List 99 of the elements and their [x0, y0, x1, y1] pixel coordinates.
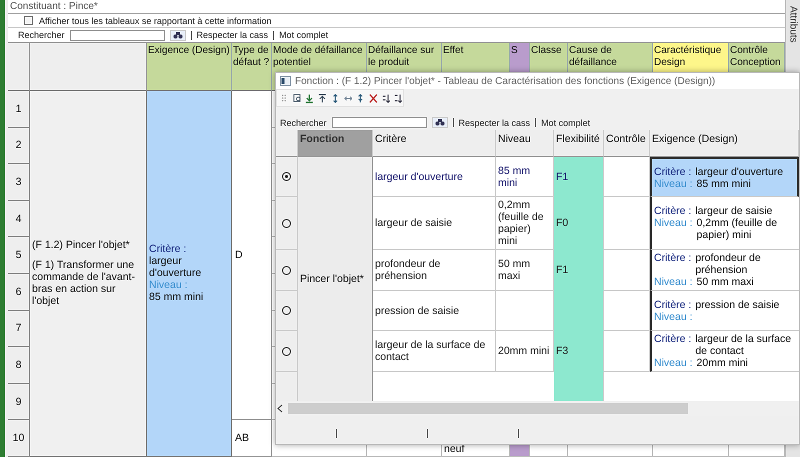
column-header[interactable]: Flexibilité — [554, 130, 604, 157]
function-text: (F 1.2) Pincer l'objet* — [32, 239, 131, 252]
row-radio[interactable] — [282, 218, 291, 228]
table-cell: largeur de la surface de contact — [373, 331, 496, 372]
column-header[interactable]: Type de défaut ? — [232, 43, 272, 91]
table-cell: 85 mm mini — [496, 157, 554, 197]
criterion-label: Critère : — [654, 333, 692, 347]
table-cell: largeur de saisie — [373, 197, 496, 250]
table-cell: largeur d'ouverture — [373, 157, 496, 197]
whole-word-option[interactable]: Mot complet — [279, 30, 328, 40]
table-search-icon[interactable] — [292, 92, 302, 104]
level-value: 0,2mm (feuille de papier) mini — [696, 217, 778, 241]
binoculars-icon — [172, 32, 183, 38]
row-number: 6 — [8, 274, 30, 311]
criterion-value: largeur d'ouverture — [695, 166, 784, 178]
criterion-value: largeur de la surface de contact — [695, 333, 792, 357]
table-cell: 20mm mini — [496, 331, 554, 372]
level-value: 85 mm mini — [696, 178, 752, 190]
table-cell: F1 — [554, 250, 604, 291]
level-value: 50 mm maxi — [696, 276, 755, 288]
column-header[interactable]: Contrôle — [604, 130, 650, 157]
row-radio[interactable] — [282, 306, 291, 315]
binoculars-icon — [434, 119, 445, 126]
table-cell — [554, 372, 604, 401]
table-cell — [604, 157, 650, 197]
match-case-option[interactable]: Respecter la cass — [196, 30, 268, 40]
table-cell: AB — [232, 420, 272, 457]
criterion-value: largeur de saisie — [695, 205, 774, 217]
arrow-up-icon[interactable] — [318, 92, 327, 104]
search-field[interactable] — [332, 117, 427, 128]
sort-ascending-icon[interactable] — [382, 92, 390, 104]
row-radio[interactable] — [282, 346, 291, 356]
table-cell: F1 — [554, 157, 604, 197]
search-field[interactable] — [70, 30, 165, 40]
column-header[interactable]: Fonction — [298, 130, 373, 157]
row-number: 3 — [8, 164, 30, 201]
row-number: 5 — [8, 237, 30, 274]
table-cell: profondeur de préhension — [373, 250, 496, 291]
window-icon — [280, 76, 291, 86]
whole-word-option[interactable]: Mot complet — [541, 118, 590, 128]
criterion-value: pression de saisie — [695, 298, 780, 310]
level-label: Niveau : — [149, 279, 188, 292]
grip-icon[interactable] — [280, 92, 289, 104]
binoculars-button[interactable] — [432, 117, 448, 128]
table-cell: 0,2mm (feuille de papier) mini — [496, 197, 554, 250]
row-radio[interactable] — [282, 266, 291, 274]
level-label: Niveau : — [654, 276, 693, 288]
match-case-option[interactable]: Respecter la cass — [458, 118, 530, 128]
scrollbar-thumb[interactable] — [288, 403, 688, 414]
panel-title: Constituant : Pince* — [10, 1, 98, 12]
function-text: (F 1) Transformer une commande de l'avant-bras en action sur l'objet — [32, 259, 136, 308]
level-value: 20mm mini — [696, 357, 749, 369]
table-cell: pression de saisie — [373, 291, 496, 331]
column-header[interactable]: Exigence (Design) — [147, 43, 232, 91]
arrow-down-icon[interactable] — [305, 92, 314, 104]
expand-vertical-icon[interactable] — [330, 92, 340, 104]
row-header[interactable] — [276, 157, 298, 197]
row-number: 10 — [8, 420, 30, 457]
table-cell: D — [232, 91, 272, 420]
criterion-label: Critère : — [654, 166, 692, 178]
criterion-value: profondeur de préhension — [695, 252, 762, 276]
row-number: 1 — [8, 91, 30, 128]
row-header[interactable] — [276, 331, 298, 372]
sort-descending-icon[interactable] — [394, 92, 404, 104]
criterion-label: Critère : — [654, 298, 692, 310]
function-text: Pincer l'objet* — [300, 273, 364, 285]
checkbox-label: Afficher tous les tableaux se rapportant à cette information — [39, 16, 272, 26]
row-header[interactable] — [276, 291, 298, 331]
row-number: 8 — [8, 347, 30, 384]
table-cell: 50 mm maxi — [496, 250, 554, 291]
level-label: Niveau : — [654, 217, 693, 231]
column-header[interactable]: Exigence (Design) — [650, 130, 799, 157]
row-number: 4 — [8, 200, 30, 238]
level-label: Niveau : — [654, 178, 693, 190]
criterion-label: Critère : — [654, 205, 692, 217]
row-number: 7 — [8, 310, 30, 348]
table-cell: F0 — [554, 197, 604, 250]
row-radio[interactable] — [282, 172, 291, 181]
collapse-vertical-icon[interactable] — [356, 92, 365, 104]
search-label: Rechercher — [280, 118, 327, 128]
table-cell — [496, 291, 554, 331]
level-label: Niveau : — [654, 357, 693, 369]
level-label: Niveau : — [654, 310, 693, 322]
checkbox[interactable] — [24, 16, 33, 25]
criterion-label: Critère : — [149, 243, 186, 256]
criterion-label: Critère : — [654, 252, 692, 266]
row-header[interactable] — [276, 250, 298, 291]
scrollbar[interactable] — [276, 401, 799, 416]
scroll-left-icon[interactable] — [276, 404, 284, 413]
binoculars-button[interactable] — [170, 30, 186, 40]
row-number: 2 — [8, 128, 30, 164]
search-label: Rechercher — [18, 30, 65, 40]
column-header[interactable]: Niveau — [496, 130, 554, 157]
delete-icon[interactable] — [368, 92, 378, 104]
level-value: 85 mm mini — [149, 291, 204, 304]
column-header[interactable]: Critère — [373, 130, 496, 157]
criterion-value: largeur d'ouverture — [149, 255, 202, 280]
row-number: 9 — [8, 384, 30, 420]
table-cell: F3 — [554, 331, 604, 372]
